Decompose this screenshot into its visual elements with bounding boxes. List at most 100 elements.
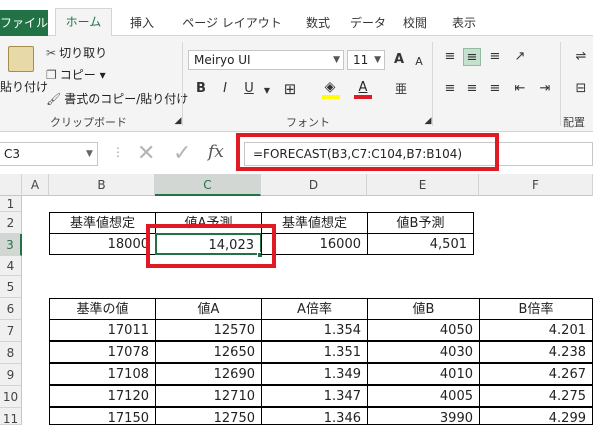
tab-home[interactable]: ホーム (55, 8, 112, 37)
paste-label[interactable]: 貼り付け (0, 78, 48, 95)
table-cell[interactable]: 12650 (155, 341, 262, 363)
fill-color-icon[interactable]: ◈ (321, 78, 339, 96)
column-header[interactable]: A (22, 174, 49, 196)
cell-d2[interactable]: 基準値想定 (261, 212, 368, 234)
align-left-icon[interactable]: ≡ (441, 80, 459, 98)
group-separator (182, 42, 183, 126)
table-cell[interactable]: 17108 (49, 363, 156, 385)
tab-review[interactable]: 校閲 (395, 10, 435, 36)
table-cell[interactable]: 17078 (49, 341, 156, 363)
table-cell[interactable]: 1.346 (261, 407, 368, 425)
cell-f6[interactable]: B倍率 (479, 298, 593, 320)
cell-e6[interactable]: 値B (367, 298, 480, 320)
name-box[interactable]: C3 (0, 142, 98, 166)
table-cell[interactable]: 4.201 (479, 319, 593, 341)
chevron-down-icon[interactable]: ▼ (86, 142, 93, 166)
tab-formulas[interactable]: 数式 (298, 10, 338, 36)
table-cell[interactable]: 1.347 (261, 385, 368, 407)
align-middle-icon[interactable]: ≡ (463, 48, 481, 66)
table-cell[interactable]: 17120 (49, 385, 156, 407)
table-cell[interactable]: 1.349 (261, 363, 368, 385)
row-header[interactable]: 1 (0, 196, 22, 212)
font-size-dropdown[interactable]: 11 ▼ (347, 50, 385, 70)
row-header[interactable]: 8 (0, 342, 22, 364)
row-header[interactable]: 2 (0, 212, 22, 234)
align-right-icon[interactable]: ≡ (486, 80, 504, 98)
row-header-selected[interactable]: 3 (0, 234, 22, 256)
select-all-corner[interactable] (0, 174, 22, 196)
table-cell[interactable]: 4005 (367, 385, 480, 407)
column-header-selected[interactable]: C (155, 174, 261, 196)
table-cell[interactable]: 4010 (367, 363, 480, 385)
row-header[interactable]: 9 (0, 364, 22, 386)
table-cell[interactable]: 3990 (367, 407, 480, 425)
italic-button[interactable]: I (216, 80, 234, 98)
table-cell[interactable]: 12690 (155, 363, 262, 385)
grow-font-button[interactable]: A (390, 51, 408, 69)
align-bottom-icon[interactable]: ≡ (486, 48, 504, 66)
align-center-icon[interactable]: ≡ (463, 80, 481, 98)
cut-button[interactable]: ✂ 切り取り (46, 44, 107, 61)
underline-dropdown-icon[interactable]: ▼ (258, 82, 276, 100)
merge-center-icon[interactable]: ⊟ (572, 80, 590, 98)
font-name-dropdown[interactable]: Meiryo UI ▼ (188, 50, 344, 70)
table-cell[interactable]: 4.275 (479, 385, 593, 407)
tab-data[interactable]: データ (346, 10, 390, 36)
table-cell[interactable]: 4050 (367, 319, 480, 341)
clipboard-launcher-icon[interactable]: ◢ (169, 112, 187, 130)
table-cell[interactable]: 17011 (49, 319, 156, 341)
table-cell[interactable]: 1.351 (261, 341, 368, 363)
tab-insert[interactable]: 挿入 (122, 10, 162, 36)
cell-b3[interactable]: 18000 (49, 233, 156, 255)
row-header[interactable]: 11 (0, 408, 22, 426)
cell-b2[interactable]: 基準値想定 (49, 212, 156, 234)
column-header[interactable]: F (479, 174, 593, 196)
row-header[interactable]: 10 (0, 386, 22, 408)
cell-e3[interactable]: 4,501 (367, 233, 474, 255)
tab-file[interactable]: ファイル (0, 10, 48, 36)
underline-button[interactable]: U (240, 80, 258, 98)
copy-button[interactable]: ❐ コピー ▾ (46, 66, 106, 83)
cell-e2[interactable]: 値B予測 (367, 212, 474, 234)
font-group-label: フォント (286, 116, 330, 129)
row-header[interactable]: 6 (0, 298, 22, 320)
cell-c6[interactable]: 値A (155, 298, 262, 320)
cancel-icon[interactable]: ✕ (137, 141, 155, 166)
increase-indent-icon[interactable]: ⇥ (536, 80, 554, 98)
decrease-indent-icon[interactable]: ⇤ (511, 80, 529, 98)
shrink-font-button[interactable]: A (410, 53, 428, 71)
cell-b6[interactable]: 基準の値 (49, 298, 156, 320)
align-top-icon[interactable]: ≡ (441, 48, 459, 66)
table-cell[interactable]: 4030 (367, 341, 480, 363)
column-header[interactable]: D (261, 174, 367, 196)
table-cell[interactable]: 4.238 (479, 341, 593, 363)
table-cell[interactable]: 1.354 (261, 319, 368, 341)
border-icon[interactable]: ⊞ (281, 80, 299, 98)
format-painter-button[interactable]: 🖌 書式のコピー/貼り付け (46, 90, 188, 107)
row-header[interactable]: 4 (0, 256, 22, 276)
table-cell[interactable]: 17150 (49, 407, 156, 425)
table-cell[interactable]: 4.267 (479, 363, 593, 385)
table-cell[interactable]: 4.299 (479, 407, 593, 425)
phonetic-icon[interactable]: 亜 (392, 80, 410, 98)
row-header[interactable]: 5 (0, 276, 22, 298)
cell-d3[interactable]: 16000 (261, 233, 368, 255)
bold-button[interactable]: B (192, 80, 210, 98)
cell-d6[interactable]: A倍率 (261, 298, 368, 320)
table-cell[interactable]: 12710 (155, 385, 262, 407)
tab-page-layout[interactable]: ページ レイアウト (174, 10, 290, 36)
row-header[interactable]: 7 (0, 320, 22, 342)
column-header[interactable]: E (367, 174, 479, 196)
orientation-icon[interactable]: ↗ (511, 48, 529, 66)
insert-function-button[interactable]: fx (208, 142, 224, 162)
copy-label: コピー ▾ (59, 68, 106, 82)
fill-color-swatch (322, 95, 340, 99)
font-launcher-icon[interactable]: ◢ (419, 112, 437, 130)
enter-icon[interactable]: ✓ (173, 141, 191, 166)
table-cell[interactable]: 12570 (155, 319, 262, 341)
wrap-text-icon[interactable]: ⇌ (572, 48, 590, 66)
column-header[interactable]: B (49, 174, 155, 196)
paste-button[interactable] (2, 46, 34, 72)
tab-view[interactable]: 表示 (444, 10, 484, 36)
table-cell[interactable]: 12750 (155, 407, 262, 425)
